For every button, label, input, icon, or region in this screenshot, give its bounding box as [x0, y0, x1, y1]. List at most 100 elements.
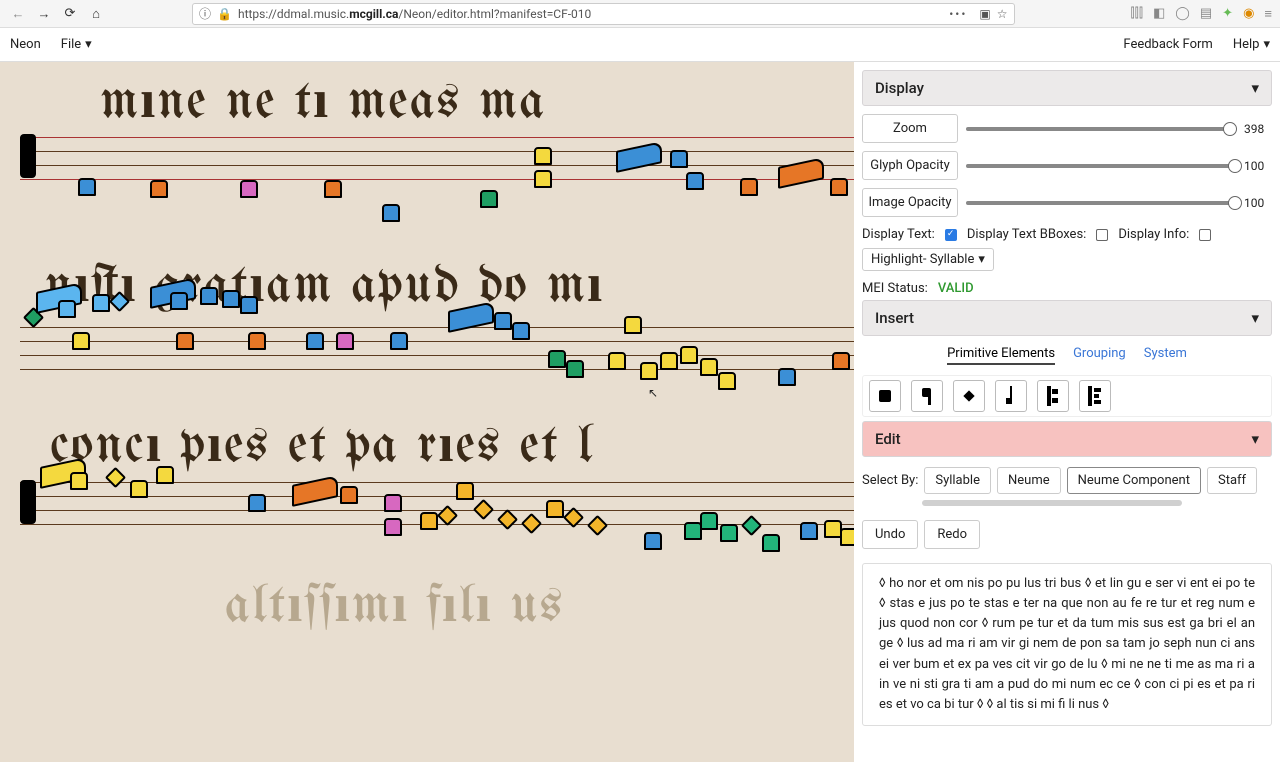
zoom-slider[interactable]	[966, 127, 1236, 131]
neume[interactable]	[384, 518, 402, 536]
neume[interactable]	[248, 332, 266, 350]
select-scrollbar[interactable]	[922, 500, 1182, 506]
neume[interactable]	[222, 290, 240, 308]
display-bboxes-checkbox[interactable]	[1096, 229, 1108, 241]
insert-c-clef-button[interactable]	[1037, 380, 1069, 412]
syllable-text-panel[interactable]: ◊ ho nor et om nis po pu lus tri bus ◊ e…	[862, 563, 1272, 726]
select-syllable-button[interactable]: Syllable	[924, 467, 991, 494]
address-bar[interactable]: ⓘ 🔒 https://ddmal.music.mcgill.ca/Neon/e…	[192, 3, 1015, 25]
neume[interactable]	[566, 360, 584, 378]
neume[interactable]	[534, 170, 552, 188]
extension-icon[interactable]: ✦	[1222, 6, 1233, 21]
neume[interactable]	[546, 500, 564, 518]
select-neume-button[interactable]: Neume	[997, 467, 1061, 494]
neume[interactable]	[644, 532, 662, 550]
neume[interactable]	[800, 522, 818, 540]
menu-icon[interactable]: ≡	[1264, 6, 1272, 22]
clef[interactable]	[20, 480, 36, 524]
bookmark-icon[interactable]: ☆	[997, 7, 1008, 21]
neume[interactable]	[92, 294, 110, 312]
insert-custos-button[interactable]	[995, 380, 1027, 412]
neume[interactable]	[762, 534, 780, 552]
neume[interactable]	[240, 296, 258, 314]
insert-punctum-button[interactable]	[869, 380, 901, 412]
neume[interactable]	[624, 316, 642, 334]
page-actions-icon[interactable]: •••	[949, 7, 967, 21]
neume[interactable]	[840, 528, 854, 546]
neume[interactable]	[548, 350, 566, 368]
neume[interactable]	[72, 332, 90, 350]
forward-button[interactable]: →	[34, 4, 54, 24]
sidebar-icon[interactable]: ◧	[1153, 6, 1165, 21]
select-staff-button[interactable]: Staff	[1207, 467, 1257, 494]
tab-primitives[interactable]: Primitive Elements	[947, 346, 1055, 365]
glyph-opacity-slider[interactable]	[966, 164, 1236, 168]
select-nc-button[interactable]: Neume Component	[1067, 467, 1201, 494]
neume[interactable]	[700, 358, 718, 376]
neume[interactable]	[686, 172, 704, 190]
neume[interactable]	[608, 352, 626, 370]
reload-button[interactable]: ⟳	[60, 4, 80, 24]
neume[interactable]	[384, 494, 402, 512]
neume[interactable]	[306, 332, 324, 350]
display-text-checkbox[interactable]	[945, 229, 957, 241]
neume[interactable]	[640, 362, 658, 380]
neume[interactable]	[130, 480, 148, 498]
neume[interactable]	[534, 147, 552, 165]
neume[interactable]	[170, 292, 188, 310]
neume[interactable]	[720, 524, 738, 542]
neume[interactable]	[78, 178, 96, 196]
library-icon[interactable]: ⫿⫿⫿	[1131, 6, 1143, 21]
clef[interactable]	[20, 134, 36, 178]
neume[interactable]	[70, 472, 88, 490]
neume[interactable]	[156, 466, 174, 484]
neume[interactable]	[660, 352, 678, 370]
neume[interactable]	[390, 332, 408, 350]
neume[interactable]	[670, 150, 688, 168]
tab-grouping[interactable]: Grouping	[1073, 346, 1126, 365]
insert-virga-button[interactable]	[911, 380, 943, 412]
image-opacity-slider[interactable]	[966, 201, 1236, 205]
insert-panel-header[interactable]: Insert▾	[862, 300, 1272, 336]
reader-icon[interactable]: ▣	[979, 7, 990, 21]
display-info-checkbox[interactable]	[1199, 229, 1211, 241]
neume[interactable]	[176, 332, 194, 350]
insert-f-clef-button[interactable]	[1079, 380, 1111, 412]
neume[interactable]	[494, 312, 512, 330]
display-panel-header[interactable]: Display▾	[862, 70, 1272, 106]
neume[interactable]	[778, 368, 796, 386]
neume[interactable]	[240, 180, 258, 198]
neume[interactable]	[700, 512, 718, 530]
neume[interactable]	[340, 486, 358, 504]
neume[interactable]	[200, 287, 218, 305]
account-icon[interactable]: ◯	[1175, 6, 1190, 21]
extension2-icon[interactable]: ◉	[1243, 6, 1254, 21]
notes-icon[interactable]: ▤	[1200, 6, 1212, 21]
tab-system[interactable]: System	[1144, 346, 1187, 365]
neume[interactable]	[150, 180, 168, 198]
neume[interactable]	[680, 346, 698, 364]
edit-panel-header[interactable]: Edit▾	[862, 421, 1272, 457]
undo-button[interactable]: Undo	[862, 520, 918, 549]
neume[interactable]	[718, 372, 736, 390]
insert-diamond-button[interactable]	[953, 380, 985, 412]
neume[interactable]	[832, 352, 850, 370]
neume[interactable]	[512, 322, 530, 340]
editor-canvas[interactable]: mıne ne tı meas ma nıſtı gratıam apud do…	[0, 62, 854, 762]
home-button[interactable]: ⌂	[86, 4, 106, 24]
help-menu[interactable]: Help▾	[1233, 37, 1270, 52]
neume[interactable]	[740, 178, 758, 196]
file-menu[interactable]: File▾	[61, 37, 92, 52]
feedback-link[interactable]: Feedback Form	[1123, 37, 1212, 52]
neume[interactable]	[58, 300, 76, 318]
neume[interactable]	[336, 332, 354, 350]
neume[interactable]	[324, 180, 342, 198]
neume[interactable]	[830, 178, 848, 196]
neume[interactable]	[420, 512, 438, 530]
neume[interactable]	[248, 494, 266, 512]
neume[interactable]	[382, 204, 400, 222]
highlight-dropdown[interactable]: Highlight- Syllable▾	[862, 248, 994, 271]
neume[interactable]	[480, 190, 498, 208]
neume[interactable]	[456, 482, 474, 500]
redo-button[interactable]: Redo	[924, 520, 980, 549]
